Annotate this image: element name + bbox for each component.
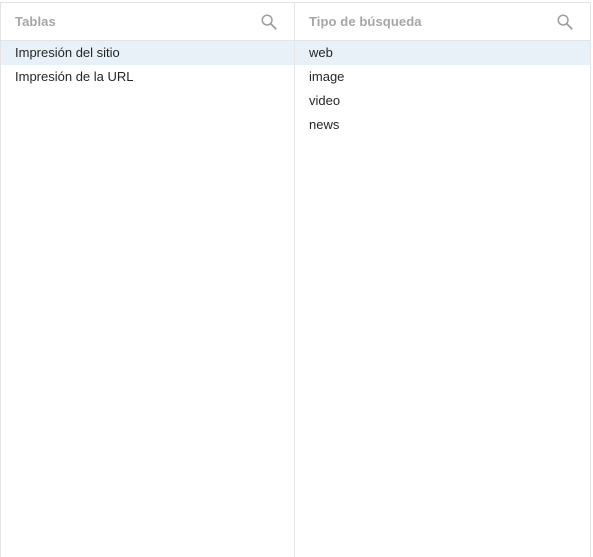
list-item-image[interactable]: image [295, 65, 590, 89]
list-item-web[interactable]: web [295, 41, 590, 65]
list-item-label: web [309, 45, 333, 60]
search-icon[interactable] [258, 11, 280, 33]
list-item-news[interactable]: news [295, 113, 590, 137]
tables-panel: Tablas Impresión del sitio Impresión de … [1, 3, 295, 557]
tables-list: Impresión del sitio Impresión de la URL [1, 41, 294, 89]
tables-panel-header: Tablas [1, 3, 294, 41]
list-item-video[interactable]: video [295, 89, 590, 113]
search-type-panel-header: Tipo de búsqueda [295, 3, 590, 41]
list-item-label: Impresión de la URL [15, 69, 134, 84]
list-item-label: video [309, 93, 341, 108]
search-type-list: web image video news [295, 41, 590, 137]
list-item-impresion-del-sitio[interactable]: Impresión del sitio [1, 41, 294, 65]
tables-panel-title: Tablas [15, 14, 56, 29]
search-icon[interactable] [554, 11, 576, 33]
list-item-label: Impresión del sitio [15, 45, 120, 60]
selector-container: Tablas Impresión del sitio Impresión de … [0, 2, 591, 557]
list-item-impresion-de-la-url[interactable]: Impresión de la URL [1, 65, 294, 89]
search-type-panel-title: Tipo de búsqueda [309, 14, 422, 29]
search-type-panel: Tipo de búsqueda web image video news [295, 3, 590, 557]
list-item-label: image [309, 69, 345, 84]
list-item-label: news [309, 117, 340, 132]
